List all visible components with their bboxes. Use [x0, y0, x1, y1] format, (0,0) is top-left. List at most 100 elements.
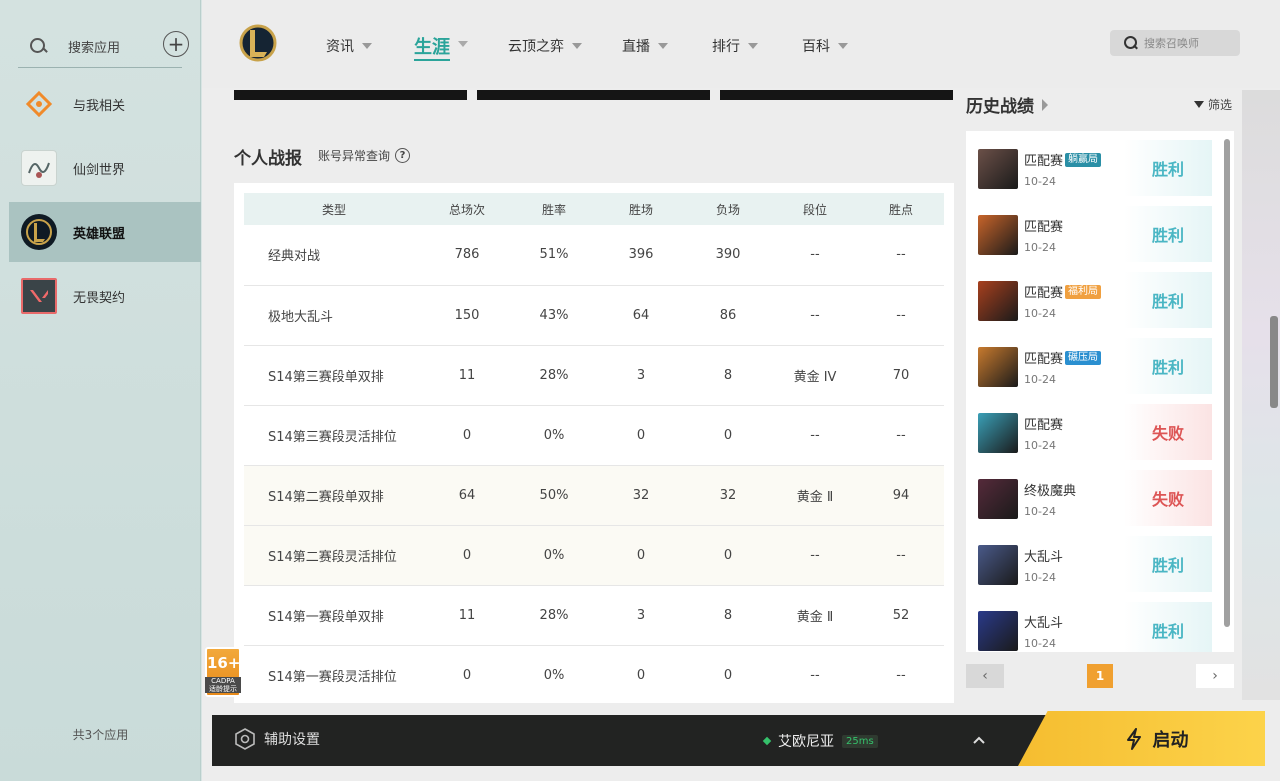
app-count-label: 共3个应用	[72, 728, 129, 742]
nav-label: 百科	[802, 39, 830, 55]
nav-rank[interactable]: 排行	[712, 36, 758, 56]
table-cell: 0	[684, 405, 772, 466]
table-cell: --	[772, 285, 858, 346]
chevron-down-icon	[362, 43, 372, 49]
match-info: 终极魔典 10-24	[1024, 480, 1124, 518]
banner-image[interactable]	[234, 90, 467, 100]
launch-button[interactable]: 启动	[1018, 711, 1265, 766]
assist-settings-label: 辅助设置	[264, 732, 320, 748]
match-item[interactable]: 匹配赛 10-24 胜利	[978, 206, 1212, 264]
main-area: 资讯 生涯 云顶之弈 直播 排行 百科 个人战报 账号异常查询 ? 类型 总场次…	[202, 0, 1280, 781]
table-header-row: 类型 总场次 胜率 胜场 负场 段位 胜点	[244, 193, 944, 225]
match-item[interactable]: 大乱斗 10-24 胜利	[978, 536, 1212, 594]
table-cell: 黄金 Ⅱ	[772, 585, 858, 646]
pager-prev-button[interactable]: ‹	[966, 664, 1004, 688]
account-anomaly-link[interactable]: 账号异常查询 ?	[318, 147, 411, 164]
banner-image[interactable]	[720, 90, 953, 100]
sidebar-item-label: 仙剑世界	[73, 162, 126, 178]
table-cell: S14第一赛段单双排	[244, 585, 424, 646]
app-sidebar: 搜索应用 + 与我相关 仙剑世界 英雄联盟 无畏契约 共3个应用	[0, 0, 201, 781]
sidebar-item-related[interactable]: 与我相关	[9, 74, 201, 134]
table-cell: 0	[684, 525, 772, 586]
table-row: S14第三赛段灵活排位 0 0% 0 0 -- --	[244, 405, 944, 466]
sidebar-item-lol[interactable]: 英雄联盟	[9, 202, 201, 262]
table-cell: 32	[598, 465, 684, 526]
match-item[interactable]: 终极魔典 10-24 失败	[978, 470, 1212, 528]
table-cell: --	[772, 405, 858, 466]
table-cell: --	[858, 525, 944, 586]
table-cell: 11	[424, 585, 510, 646]
launch-label: 启动	[1152, 729, 1189, 751]
app-search-row[interactable]: 搜索应用 +	[18, 26, 189, 68]
match-mode: 大乱斗	[1024, 612, 1124, 631]
server-selector[interactable]: 艾欧尼亚 25ms	[762, 731, 878, 751]
chevron-down-icon	[458, 41, 468, 47]
chevron-right-icon	[1042, 98, 1048, 111]
chevron-down-icon	[838, 43, 848, 49]
table-cell: 28%	[510, 345, 598, 406]
nav-wiki[interactable]: 百科	[802, 36, 848, 56]
table-cell: 0	[684, 645, 772, 703]
xianjian-world-icon	[21, 150, 57, 186]
main-scrollbar[interactable]	[1270, 316, 1278, 408]
match-date: 10-24	[1024, 571, 1056, 584]
banner-image[interactable]	[477, 90, 710, 100]
history-list: 匹配赛 躺赢局 10-24 胜利 匹配赛 10-24 胜利 匹配赛 福利局 10-24 胜利 匹配赛碾…	[966, 131, 1234, 652]
table-cell: S14第三赛段单双排	[244, 345, 424, 406]
add-app-button[interactable]: +	[163, 31, 189, 57]
sidebar-item-xianjian[interactable]: 仙剑世界	[9, 138, 201, 198]
match-result: 胜利	[1124, 140, 1212, 196]
champion-avatar	[978, 215, 1018, 255]
match-mode: 大乱斗	[1024, 546, 1124, 565]
match-tag-badge: 福利局	[1065, 284, 1102, 299]
assist-settings-button[interactable]: 辅助设置	[234, 728, 320, 750]
summoner-search-input[interactable]	[1144, 36, 1234, 50]
table-cell: 0%	[510, 645, 598, 703]
sidebar-item-valorant[interactable]: 无畏契约	[9, 266, 201, 326]
stats-table-body: 经典对战 786 51% 396 390 -- -- 极地大乱斗 150 43% 64 86 -- -- S…	[244, 225, 944, 703]
match-info: 大乱斗 10-24	[1024, 546, 1124, 584]
column-header: 胜点	[858, 193, 944, 225]
match-item[interactable]: 大乱斗 10-24 胜利	[978, 602, 1212, 652]
history-title[interactable]: 历史战绩	[966, 92, 1048, 117]
match-mode: 匹配赛	[1024, 216, 1124, 235]
match-mode-label: 匹配赛	[1024, 352, 1064, 367]
column-header: 段位	[772, 193, 858, 225]
filter-icon	[1194, 101, 1204, 108]
nav-career[interactable]: 生涯	[414, 33, 468, 61]
match-item[interactable]: 匹配赛 10-24 失败	[978, 404, 1212, 462]
column-header: 胜场	[598, 193, 684, 225]
table-cell: 0	[598, 405, 684, 466]
history-scrollbar[interactable]	[1224, 139, 1230, 627]
match-item[interactable]: 匹配赛 躺赢局 10-24 胜利	[978, 140, 1212, 198]
age-rating-org: CADPA	[205, 677, 241, 685]
summoner-search-box[interactable]	[1110, 30, 1240, 56]
pager-next-button[interactable]: ›	[1196, 664, 1234, 688]
settings-hex-icon	[235, 728, 255, 750]
match-mode-label: 终极魔典	[1024, 484, 1077, 499]
match-result: 失败	[1124, 404, 1212, 460]
app-search-label: 搜索应用	[68, 41, 121, 56]
match-info: 大乱斗 10-24	[1024, 612, 1124, 650]
table-cell: 0	[598, 645, 684, 703]
lol-logo-icon	[238, 22, 278, 64]
stats-section-title: 个人战报	[234, 149, 302, 169]
chevron-up-icon[interactable]	[972, 733, 986, 747]
help-icon[interactable]: ?	[395, 148, 411, 163]
table-cell: S14第三赛段灵活排位	[244, 405, 424, 466]
nav-tft[interactable]: 云顶之弈	[508, 36, 582, 56]
nav-live[interactable]: 直播	[622, 36, 668, 56]
table-cell: --	[858, 405, 944, 466]
match-item[interactable]: 匹配赛 福利局 10-24 胜利	[978, 272, 1212, 330]
nav-news[interactable]: 资讯	[326, 36, 372, 56]
filter-button[interactable]: 筛选	[1194, 96, 1232, 113]
history-title-label: 历史战绩	[966, 97, 1034, 117]
table-cell: S14第二赛段灵活排位	[244, 525, 424, 586]
match-result: 胜利	[1124, 338, 1212, 394]
table-row: 经典对战 786 51% 396 390 -- --	[244, 225, 944, 286]
match-item[interactable]: 匹配赛 碾压局 10-24 胜利	[978, 338, 1212, 396]
pager-current-page[interactable]: 1	[1087, 664, 1113, 688]
table-row: S14第一赛段单双排 11 28% 3 8 黄金 Ⅱ 52	[244, 585, 944, 646]
match-info: 匹配赛 碾压局 10-24	[1024, 348, 1124, 386]
match-mode: 匹配赛 碾压局	[1024, 348, 1124, 367]
